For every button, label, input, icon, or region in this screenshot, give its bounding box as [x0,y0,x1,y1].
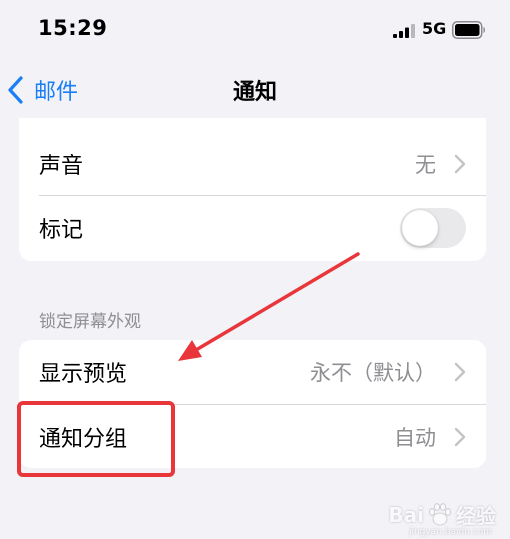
chevron-right-icon [454,362,466,382]
watermark-url: jingyan.baidu.com [408,527,492,537]
sound-value: 无 [415,153,436,177]
status-bar: 15:29 5G [0,0,510,62]
badges-toggle[interactable] [400,208,466,248]
chevron-right-icon [454,427,466,447]
show-previews-value: 永不（默认） [310,361,436,385]
notification-grouping-row[interactable]: 通知分组 自动 [19,405,486,468]
watermark-brand-left: Bai [388,502,424,527]
show-previews-row[interactable]: 显示预览 永不（默认） [19,340,486,404]
sound-label: 声音 [39,154,84,179]
sound-row[interactable]: 声音 无 [19,132,486,196]
cellular-signal-icon [393,24,415,38]
chevron-right-icon [454,154,466,174]
watermark-brand-right: 经验 [456,504,496,528]
paw-icon [429,502,451,525]
badges-row: 标记 [19,196,486,260]
badges-label: 标记 [39,218,84,243]
network-type-label: 5G [422,19,447,38]
battery-icon [452,21,485,39]
section-header-lock-screen: 锁定屏幕外观 [39,312,141,332]
show-previews-label: 显示预览 [39,362,128,387]
notification-grouping-label: 通知分组 [39,427,128,452]
settings-group-sound: 声音 无 标记 [19,118,486,261]
navigation-bar: 邮件 通知 [0,62,510,118]
notification-grouping-value: 自动 [394,426,436,450]
status-time: 15:29 [38,16,108,40]
toggle-knob [402,210,438,246]
settings-group-lock-screen: 显示预览 永不（默认） 通知分组 自动 [19,340,486,468]
page-title: 通知 [232,80,277,105]
watermark-logo: Bai 经验 [388,500,496,529]
